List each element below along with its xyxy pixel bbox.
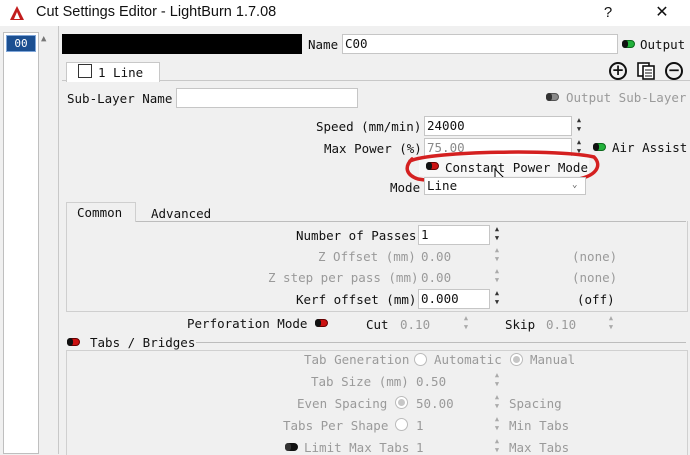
even-spacing-value[interactable]: 50.00 — [416, 396, 454, 411]
spacing-label: Spacing — [509, 396, 562, 411]
copy-icon[interactable] — [636, 62, 656, 80]
z-offset-label: Z Offset (mm) — [318, 249, 416, 264]
tabs-bridges-label: Tabs / Bridges — [90, 335, 196, 350]
layer-list[interactable] — [3, 32, 39, 454]
z-step-note: (none) — [572, 270, 618, 285]
kerf-label: Kerf offset (mm) — [296, 292, 417, 307]
perforation-cut-stepper[interactable]: ▲ ▼ — [460, 314, 472, 334]
perforation-toggle[interactable] — [315, 319, 328, 327]
z-step-label: Z step per pass (mm) — [268, 270, 419, 285]
z-step-value[interactable]: 0.00 — [421, 270, 451, 285]
add-icon[interactable]: + — [609, 62, 627, 80]
mode-dropdown-chevron-icon[interactable]: ⌄ — [572, 180, 577, 190]
perforation-skip-stepper[interactable]: ▲ ▼ — [605, 314, 617, 334]
passes-stepper[interactable]: ▲ ▼ — [491, 225, 503, 245]
air-assist-label: Air Assist — [612, 140, 688, 155]
output-toggle[interactable] — [622, 40, 635, 48]
passes-input[interactable]: 1 — [418, 225, 490, 245]
layer-color-swatch[interactable] — [62, 34, 302, 54]
speed-stepper[interactable]: ▲ ▼ — [573, 116, 585, 136]
tabs-per-shape-value[interactable]: 1 — [416, 418, 424, 433]
tab-size-stepper[interactable]: ▲ ▼ — [491, 371, 503, 391]
automatic-radio[interactable] — [414, 353, 427, 366]
layer-item-00[interactable]: 00 — [6, 35, 36, 52]
z-step-stepper[interactable]: ▲ ▼ — [491, 267, 503, 287]
output-label: Output — [640, 37, 686, 52]
close-button[interactable]: ✕ — [648, 2, 676, 24]
z-offset-value[interactable]: 0.00 — [421, 249, 451, 264]
sublayer-tab-label: 1 Line — [98, 65, 144, 80]
z-offset-note: (none) — [572, 249, 618, 264]
max-tabs-label: Max Tabs — [509, 440, 570, 455]
scroll-up-icon[interactable]: ▲ — [41, 34, 46, 44]
tab-generation-label: Tab Generation — [304, 352, 410, 367]
tab-advanced[interactable]: Advanced — [151, 206, 211, 221]
speed-input[interactable]: 24000 — [424, 116, 572, 136]
perforation-cut-value[interactable]: 0.10 — [400, 317, 430, 332]
limit-max-tabs-value[interactable]: 1 — [416, 440, 424, 455]
tab-size-label: Tab Size (mm) — [311, 374, 409, 389]
kerf-note: (off) — [577, 292, 615, 307]
perforation-label: Perforation Mode — [187, 316, 308, 331]
even-spacing-label: Even Spacing — [297, 396, 388, 411]
tabs-per-shape-stepper[interactable]: ▲ ▼ — [491, 415, 503, 435]
tab-common-label: Common — [77, 205, 123, 220]
lightburn-logo-icon — [10, 6, 24, 20]
tabs-bridges-divider — [196, 342, 686, 343]
window-title: Cut Settings Editor - LightBurn 1.7.08 — [36, 4, 277, 20]
limit-max-tabs-label: Limit Max Tabs — [304, 440, 410, 455]
z-offset-stepper[interactable]: ▲ ▼ — [491, 246, 503, 266]
manual-label: Manual — [530, 352, 576, 367]
kerf-input[interactable]: 0.000 — [418, 289, 490, 309]
perforation-skip-label: Skip — [505, 317, 536, 332]
speed-label: Speed (mm/min) — [316, 119, 422, 134]
passes-label: Number of Passes — [296, 228, 417, 243]
limit-max-tabs-stepper[interactable]: ▲ ▼ — [491, 437, 503, 454]
tabs-per-shape-radio[interactable] — [395, 418, 408, 431]
even-spacing-radio[interactable] — [395, 396, 408, 409]
automatic-label: Automatic — [434, 352, 502, 367]
perforation-skip-value[interactable]: 0.10 — [546, 317, 576, 332]
tabs-per-shape-label: Tabs Per Shape — [283, 418, 389, 433]
tab-size-value[interactable]: 0.50 — [416, 374, 446, 389]
tabs-bridges-toggle[interactable] — [67, 338, 80, 346]
remove-icon[interactable]: − — [665, 62, 683, 80]
output-sublayer-label: Output Sub-Layer — [566, 90, 687, 105]
limit-max-tabs-toggle[interactable] — [285, 443, 298, 451]
sublayer-checkbox[interactable] — [78, 64, 92, 78]
perforation-cut-label: Cut — [366, 317, 389, 332]
name-input[interactable]: C00 — [342, 34, 618, 54]
output-sublayer-toggle[interactable] — [546, 93, 559, 101]
help-button[interactable]: ? — [596, 2, 620, 24]
even-spacing-stepper[interactable]: ▲ ▼ — [491, 393, 503, 413]
mode-select[interactable]: Line — [424, 177, 586, 195]
name-label: Name — [308, 37, 339, 52]
min-tabs-label: Min Tabs — [509, 418, 570, 433]
sublayer-name-label: Sub-Layer Name — [67, 91, 173, 106]
sublayer-name-input[interactable] — [176, 88, 358, 108]
manual-radio[interactable] — [510, 353, 523, 366]
mode-label: Mode — [390, 180, 421, 195]
kerf-stepper[interactable]: ▲ ▼ — [491, 289, 503, 309]
